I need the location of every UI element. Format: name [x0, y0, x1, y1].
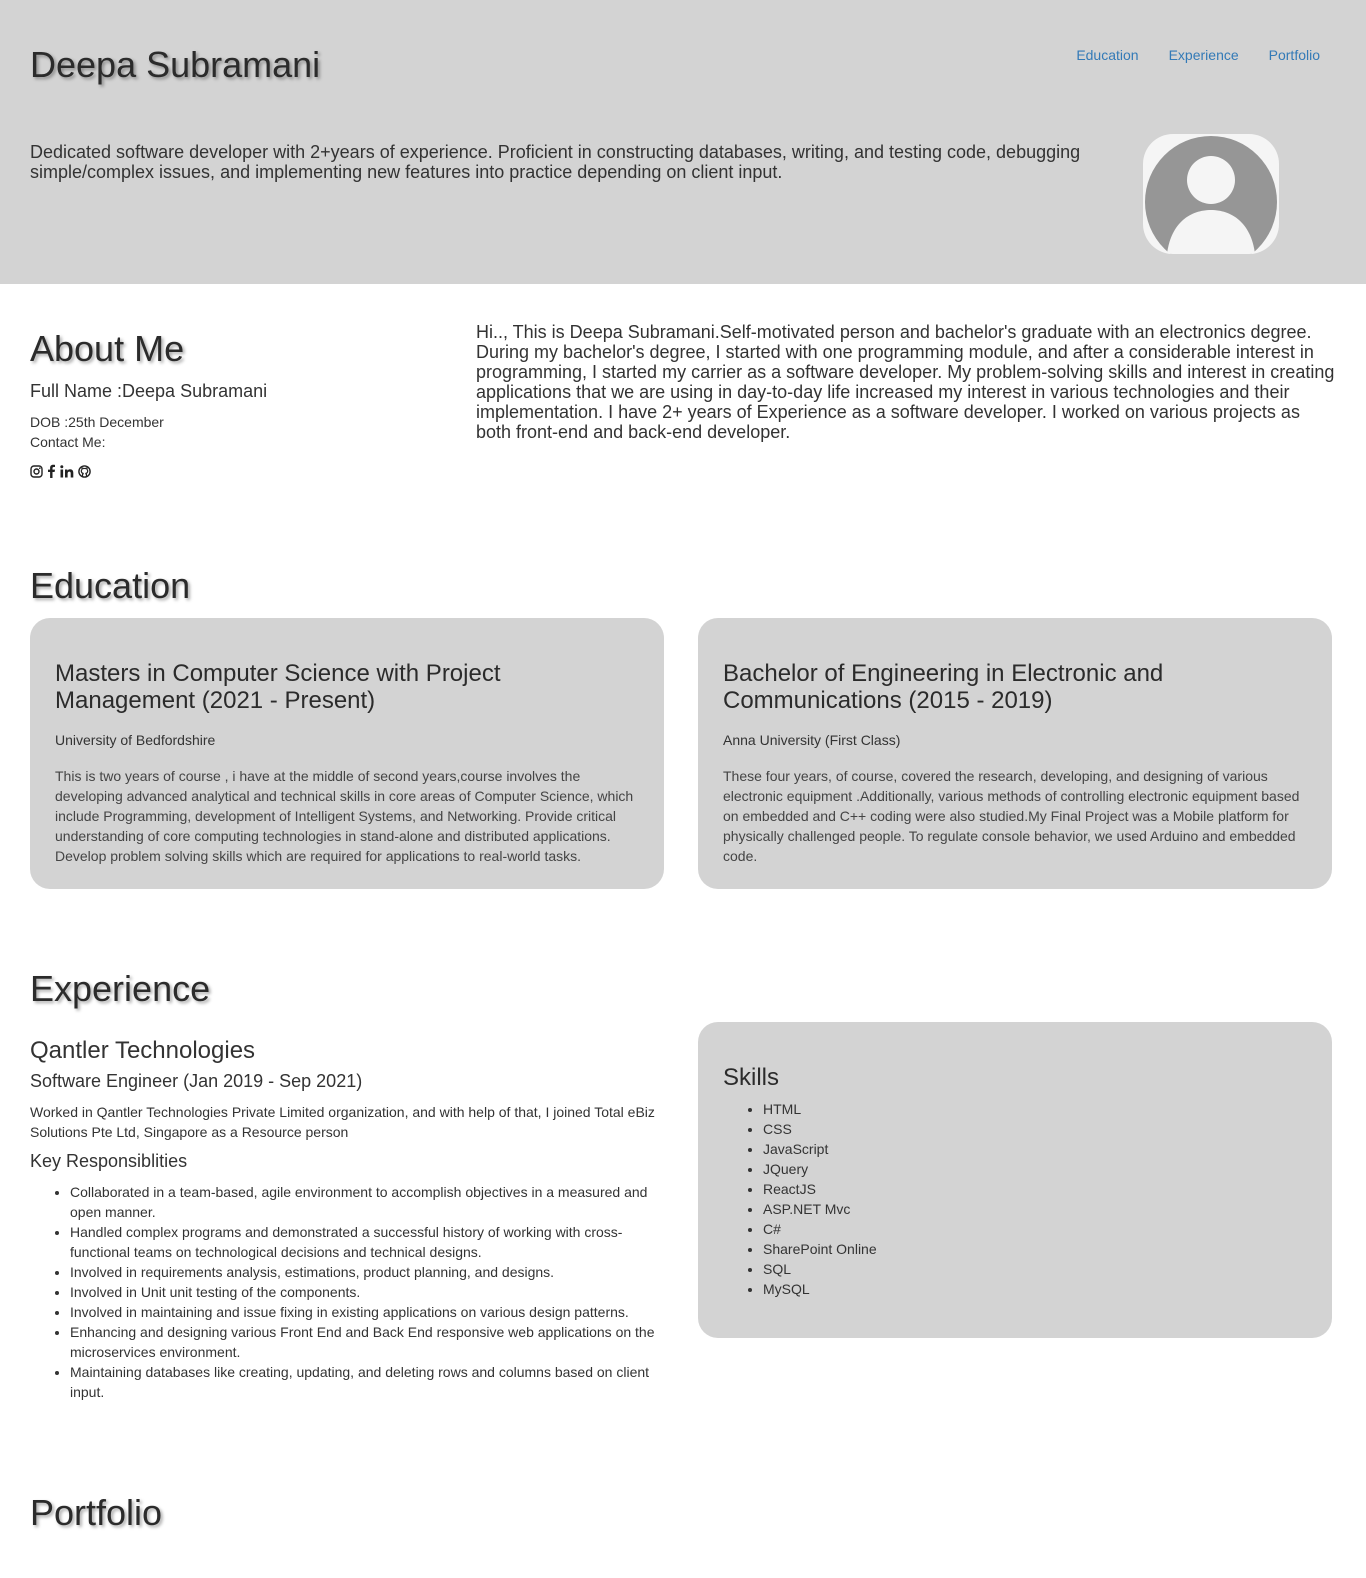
social-links: [30, 464, 91, 478]
about-title: About Me: [30, 328, 185, 369]
nav-experience-link[interactable]: Experience: [1169, 47, 1239, 63]
contact-label: Contact Me:: [30, 434, 106, 450]
list-item: ReactJS: [763, 1179, 1307, 1199]
list-item: Handled complex programs and demonstrate…: [70, 1222, 660, 1262]
education-degree: Bachelor of Engineering in Electronic an…: [723, 660, 1164, 714]
github-icon[interactable]: [78, 464, 91, 478]
portfolio-title: Portfolio: [30, 1492, 163, 1533]
linkedin-icon[interactable]: [60, 464, 74, 478]
full-name: Full Name :Deepa Subramani: [30, 381, 268, 401]
list-item: Enhancing and designing various Front En…: [70, 1322, 660, 1362]
education-degree: Masters in Computer Science with Project…: [55, 660, 501, 714]
skills-card: Skills HTML CSS JavaScript JQuery ReactJ…: [698, 1022, 1332, 1338]
avatar: [1143, 134, 1279, 254]
facebook-icon[interactable]: [47, 464, 56, 478]
skills-title: Skills: [723, 1064, 780, 1091]
experience-description: Worked in Qantler Technologies Private L…: [30, 1104, 655, 1140]
list-item: JavaScript: [763, 1139, 1307, 1159]
list-item: SQL: [763, 1259, 1307, 1279]
education-card: Bachelor of Engineering in Electronic an…: [698, 618, 1332, 889]
list-item: Maintaining databases like creating, upd…: [70, 1362, 660, 1402]
experience-company: Qantler Technologies: [30, 1037, 256, 1064]
education-title: Education: [30, 565, 191, 606]
dob: DOB :25th December: [30, 414, 164, 430]
list-item: ASP.NET Mvc: [763, 1199, 1307, 1219]
list-item: CSS: [763, 1119, 1307, 1139]
nav-education-link[interactable]: Education: [1076, 47, 1138, 63]
responsibilities-list: Collaborated in a team-based, agile envi…: [30, 1182, 660, 1402]
list-item: JQuery: [763, 1159, 1307, 1179]
skills-list: HTML CSS JavaScript JQuery ReactJS ASP.N…: [723, 1099, 1307, 1299]
experience-title: Experience: [30, 968, 211, 1009]
experience-role: Software Engineer (Jan 2019 - Sep 2021): [30, 1071, 363, 1091]
list-item: MySQL: [763, 1279, 1307, 1299]
list-item: C#: [763, 1219, 1307, 1239]
about-section: About Me Full Name :Deepa Subramani DOB …: [0, 284, 1366, 544]
tagline: Dedicated software developer with 2+year…: [30, 142, 1081, 182]
nav-portfolio-link[interactable]: Portfolio: [1269, 47, 1320, 63]
education-description: This is two years of course , i have at …: [55, 768, 634, 864]
list-item: SharePoint Online: [763, 1239, 1307, 1259]
header: Deepa Subramani Education Experience Por…: [0, 0, 1366, 284]
education-institution: Anna University (First Class): [723, 732, 901, 748]
instagram-icon[interactable]: [30, 464, 43, 478]
site-name: Deepa Subramani: [30, 44, 321, 85]
list-item: Collaborated in a team-based, agile envi…: [70, 1182, 660, 1222]
list-item: Involved in Unit unit testing of the com…: [70, 1282, 660, 1302]
list-item: Involved in requirements analysis, estim…: [70, 1262, 660, 1282]
education-card: Masters in Computer Science with Project…: [30, 618, 664, 889]
responsibilities-title: Key Responsiblities: [30, 1151, 188, 1171]
top-nav: Education Experience Portfolio: [1076, 47, 1320, 63]
list-item: HTML: [763, 1099, 1307, 1119]
education-institution: University of Bedfordshire: [55, 732, 216, 748]
list-item: Involved in maintaining and issue fixing…: [70, 1302, 660, 1322]
about-text: Hi.., This is Deepa Subramani.Self-motiv…: [476, 322, 1335, 442]
education-description: These four years, of course, covered the…: [723, 768, 1300, 864]
